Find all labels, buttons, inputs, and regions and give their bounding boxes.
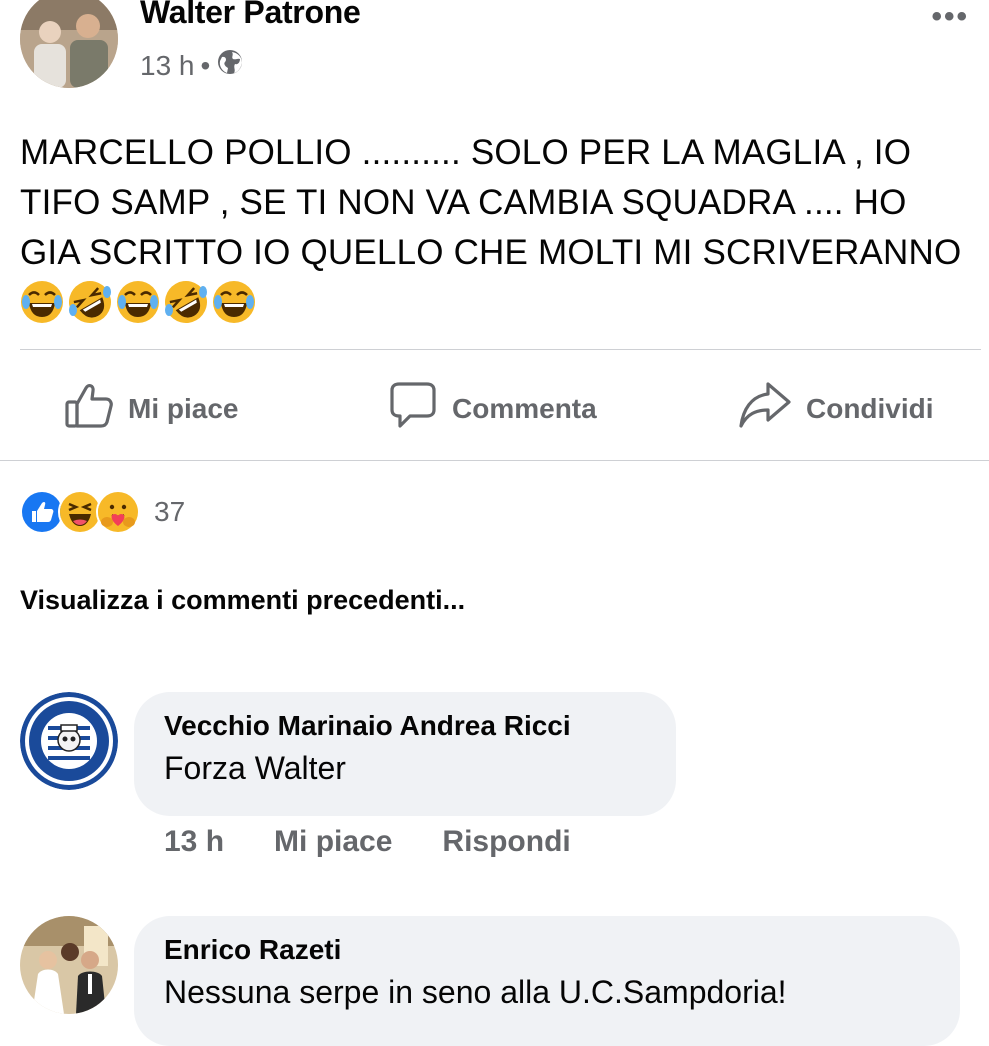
share-button[interactable]: Condividi	[738, 380, 934, 437]
comment-bubble[interactable]: Vecchio Marinaio Andrea Ricci Forza Walt…	[134, 692, 676, 816]
like-label: Mi piace	[128, 392, 239, 424]
post-meta: 13 h •	[140, 48, 244, 83]
divider-top	[20, 349, 981, 350]
comment-actions: 13 h Mi piace Rispondi	[164, 825, 571, 859]
comment-time[interactable]: 13 h	[164, 825, 224, 859]
more-options-icon[interactable]: •••	[931, 0, 969, 34]
comment-label: Commenta	[452, 392, 597, 424]
care-reaction-icon	[96, 490, 140, 534]
view-previous-comments-link[interactable]: Visualizza i commenti precedenti...	[20, 585, 465, 616]
comment-button[interactable]: Commenta	[388, 380, 597, 437]
thumbs-up-icon	[64, 380, 114, 437]
like-button[interactable]: Mi piace	[64, 380, 238, 437]
commenter-avatar[interactable]	[20, 692, 118, 790]
comment-bubble[interactable]: Enrico Razeti Nessuna serpe in seno alla…	[134, 916, 960, 1046]
tears-of-joy-emoji	[116, 280, 160, 324]
reactions-count: 37	[154, 496, 186, 527]
tears-of-joy-emoji	[20, 280, 64, 324]
post-text: MARCELLO POLLIO .......... SOLO PER LA M…	[20, 128, 970, 328]
post-emojis	[20, 280, 260, 324]
post-body-text: MARCELLO POLLIO .......... SOLO PER LA M…	[20, 133, 962, 272]
post-time[interactable]: 13 h	[140, 50, 195, 82]
share-arrow-icon	[738, 380, 792, 437]
meta-separator: •	[200, 49, 211, 81]
rofl-emoji	[68, 280, 112, 324]
comment-like-button[interactable]: Mi piace	[274, 825, 392, 859]
share-label: Condividi	[806, 392, 934, 424]
rofl-emoji	[164, 280, 208, 324]
comment-author[interactable]: Vecchio Marinaio Andrea Ricci	[164, 710, 676, 742]
author-avatar[interactable]	[20, 0, 118, 88]
comment-author[interactable]: Enrico Razeti	[164, 934, 960, 966]
comment-reply-button[interactable]: Rispondi	[442, 825, 570, 859]
comment-text: Forza Walter	[164, 750, 346, 786]
divider-bottom	[0, 460, 989, 461]
speech-bubble-icon	[388, 380, 438, 437]
reactions-summary[interactable]: 37	[20, 490, 185, 534]
tears-of-joy-emoji	[212, 280, 256, 324]
post-action-bar: Mi piace Commenta Condividi	[0, 370, 989, 445]
commenter-avatar[interactable]	[20, 916, 118, 1014]
globe-icon	[216, 48, 244, 83]
post-author-name[interactable]: Walter Patrone	[140, 0, 361, 31]
comment-text: Nessuna serpe in seno alla U.C.Sampdoria…	[164, 974, 787, 1010]
